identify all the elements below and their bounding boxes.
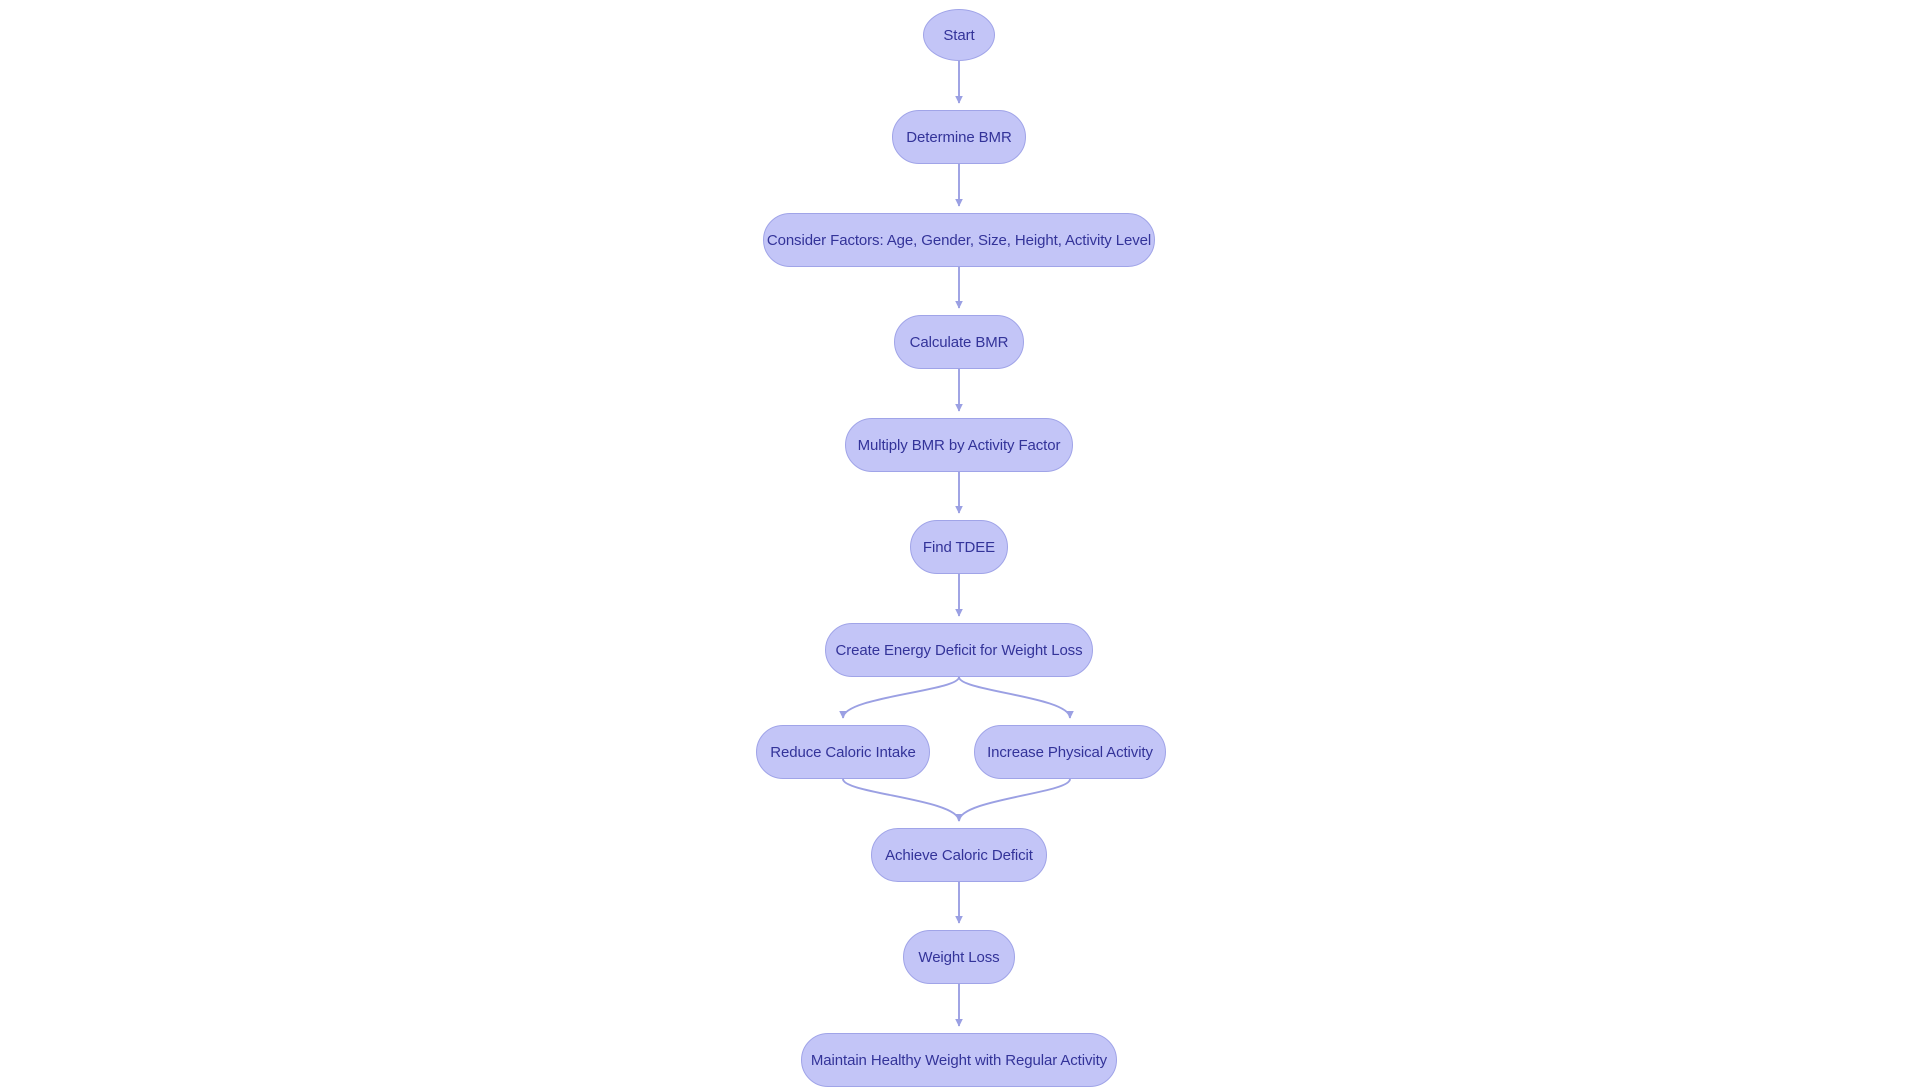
flow-node-label: Create Energy Deficit for Weight Loss: [835, 641, 1083, 659]
flow-node-maintain[interactable]: Maintain Healthy Weight with Regular Act…: [801, 1033, 1117, 1087]
flow-node-label: Maintain Healthy Weight with Regular Act…: [810, 1051, 1108, 1069]
flow-node-factors[interactable]: Consider Factors: Age, Gender, Size, Hei…: [763, 213, 1155, 267]
flow-node-label: Consider Factors: Age, Gender, Size, Hei…: [766, 231, 1152, 249]
flowchart-canvas: Start Determine BMR Consider Factors: Age,…: [0, 0, 1920, 1087]
flow-node-weightloss[interactable]: Weight Loss: [903, 930, 1015, 984]
flow-node-label: Calculate BMR: [909, 333, 1009, 351]
flow-node-calculate[interactable]: Calculate BMR: [894, 315, 1024, 369]
flow-node-label: Increase Physical Activity: [987, 743, 1153, 761]
flow-node-label: Weight Loss: [918, 948, 1000, 966]
flow-node-achieve[interactable]: Achieve Caloric Deficit: [871, 828, 1047, 882]
flow-node-label: Reduce Caloric Intake: [770, 743, 916, 761]
flow-node-increase[interactable]: Increase Physical Activity: [974, 725, 1166, 779]
flow-node-label: Multiply BMR by Activity Factor: [857, 436, 1061, 454]
flow-edge-reduce-to-achieve: [842, 778, 963, 822]
flow-node-label: Start: [943, 26, 975, 44]
flow-node-label: Determine BMR: [906, 128, 1012, 146]
flow-edge-deficit-to-increase: [958, 676, 1074, 719]
flow-edge-increase-to-achieve: [955, 778, 1071, 822]
flow-node-deficit[interactable]: Create Energy Deficit for Weight Loss: [825, 623, 1093, 677]
flow-node-determine[interactable]: Determine BMR: [892, 110, 1026, 164]
flow-node-reduce[interactable]: Reduce Caloric Intake: [756, 725, 930, 779]
flow-edge-deficit-to-reduce: [839, 676, 960, 719]
flow-node-label: Find TDEE: [922, 538, 996, 556]
flow-node-label: Achieve Caloric Deficit: [885, 846, 1033, 864]
flow-node-tdee[interactable]: Find TDEE: [910, 520, 1008, 574]
flow-node-multiply[interactable]: Multiply BMR by Activity Factor: [845, 418, 1073, 472]
flow-node-start[interactable]: Start: [923, 9, 995, 61]
